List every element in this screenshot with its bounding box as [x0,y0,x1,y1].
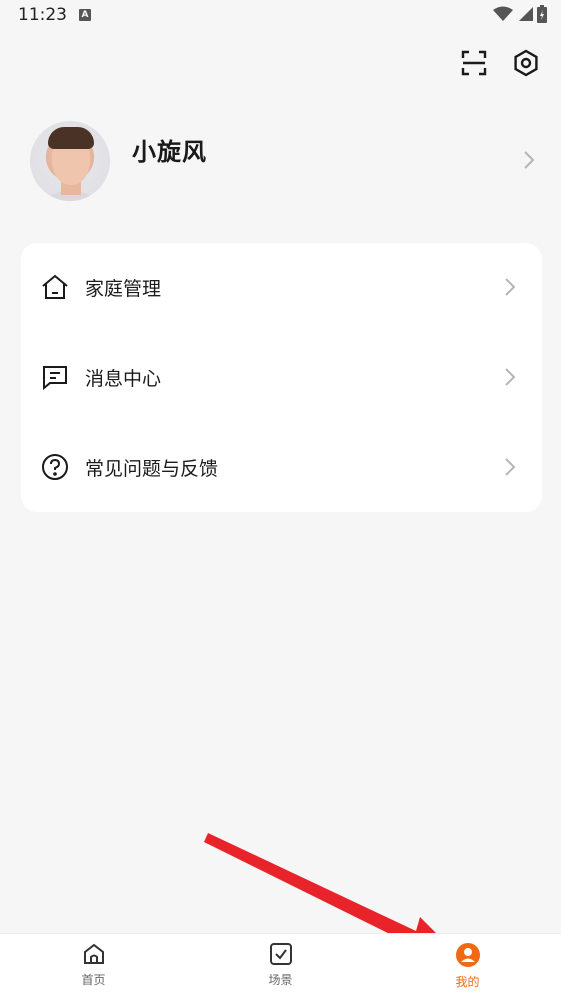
gear-icon [514,49,538,77]
avatar[interactable] [30,121,110,201]
nav-item-mine[interactable]: 我的 [374,934,561,997]
help-icon [42,454,68,480]
message-icon [43,366,67,390]
menu-item-message-center[interactable]: 消息中心 [21,347,542,407]
scan-icon [461,50,487,76]
menu-item-label: 家庭管理 [85,277,162,300]
nav-item-home[interactable]: 首页 [0,934,187,997]
scan-button[interactable] [459,48,489,78]
profile-name: 小旋风 [132,137,207,166]
scene-check-icon [269,943,292,965]
nav-label: 我的 [455,975,480,989]
top-actions [459,48,541,78]
signal-icon [519,7,533,21]
chevron-right-icon [505,368,516,386]
nav-label: 场景 [268,973,293,987]
nav-label: 首页 [81,973,106,987]
settings-button[interactable] [511,48,541,78]
home-icon [83,943,104,964]
status-bar: 11:23 A [0,0,561,30]
chevron-right-icon [524,151,535,169]
profile-row[interactable]: 小旋风 [30,120,541,202]
wifi-icon [493,6,513,21]
status-icons [493,5,547,23]
chevron-right-icon [505,458,516,476]
menu-item-home-management[interactable]: 家庭管理 [21,257,542,317]
menu-item-label: 消息中心 [85,367,162,390]
menu-item-label: 常见问题与反馈 [85,457,219,480]
menu-item-faq-feedback[interactable]: 常见问题与反馈 [21,437,542,497]
nav-item-scene[interactable]: 场景 [187,934,374,997]
notification-icon: A [79,9,91,21]
chevron-right-icon [505,278,516,296]
menu-card: 家庭管理 消息中心 常见问题与反馈 [21,243,542,512]
bottom-nav: 首页 场景 我的 [0,933,561,997]
battery-icon [537,5,547,23]
profile-icon [455,943,480,967]
status-time: 11:23 [18,5,67,25]
home-icon [42,274,68,299]
